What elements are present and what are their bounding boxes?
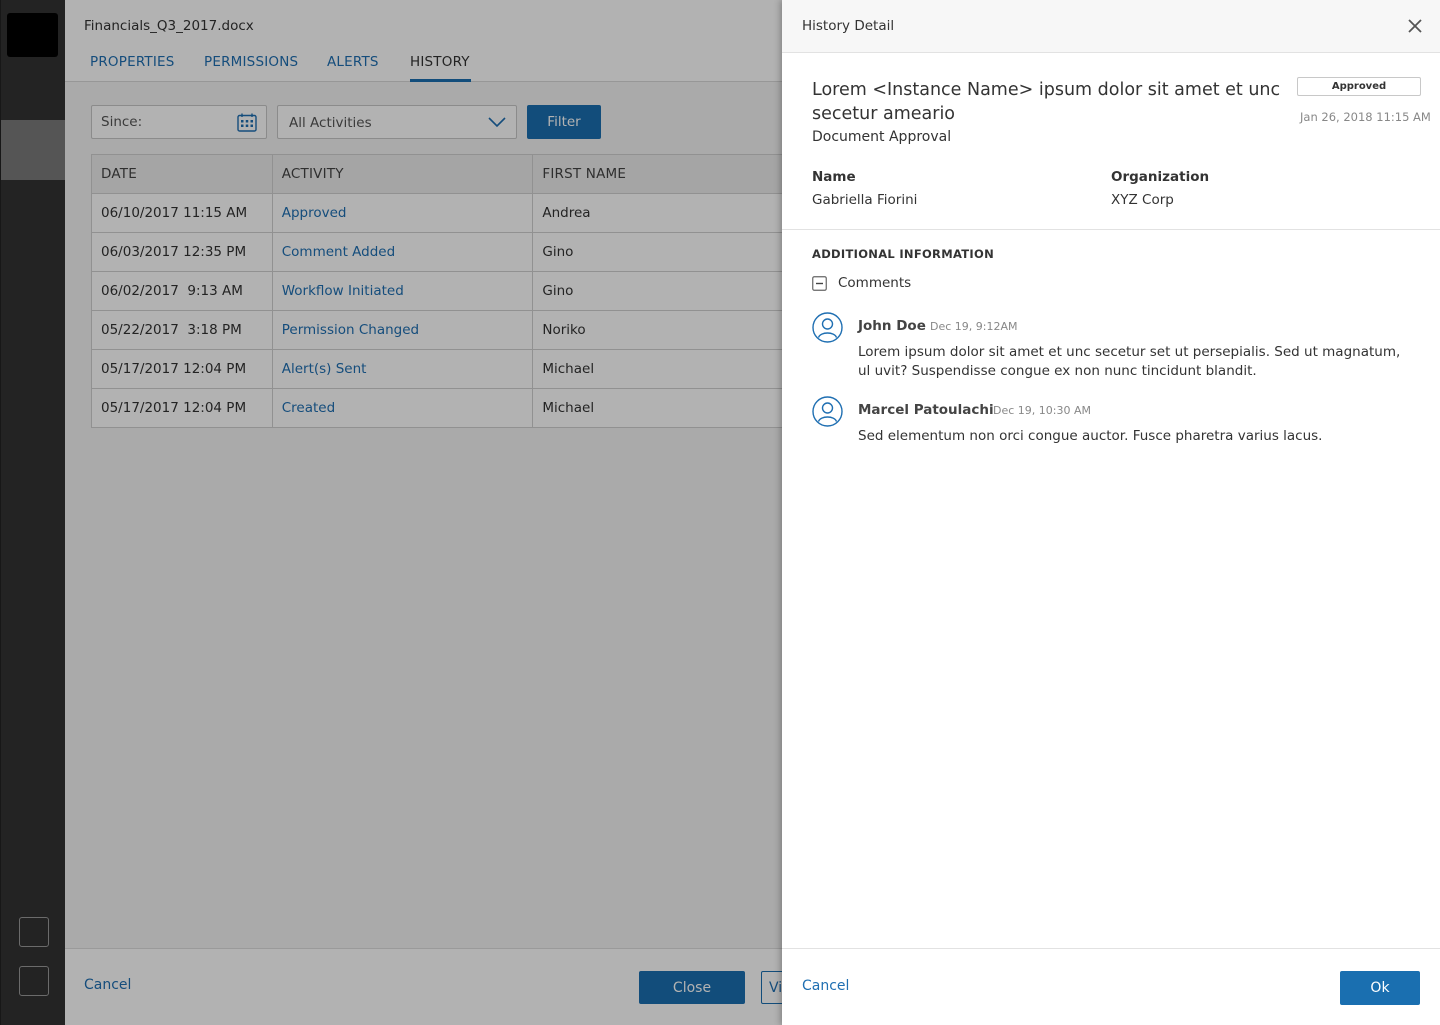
table-row[interactable]: 06/10/2017 11:15 AM Approved Andrea — [92, 194, 782, 233]
cell-activity-link[interactable]: Workflow Initiated — [273, 272, 534, 310]
column-header-activity[interactable]: ACTIVITY — [273, 155, 534, 193]
history-body: Since: All Activities Filter DATE ACTIVI… — [65, 82, 782, 948]
since-date-input[interactable]: Since: — [91, 105, 267, 139]
field-label-organization: Organization — [1111, 169, 1210, 185]
filter-button[interactable]: Filter — [527, 105, 601, 139]
activity-select[interactable]: All Activities — [277, 105, 517, 139]
comment-author: John Doe — [858, 318, 926, 334]
cell-date: 06/03/2017 12:35 PM — [92, 233, 273, 271]
calendar-icon[interactable] — [237, 113, 257, 132]
instance-subtitle: Document Approval — [812, 129, 952, 145]
tab-alerts[interactable]: ALERTS — [327, 54, 379, 82]
table-row[interactable]: 06/02/2017 9:13 AM Workflow Initiated Gi… — [92, 272, 782, 311]
rail-selected-item[interactable] — [1, 120, 66, 180]
cell-first-name: Michael — [542, 400, 595, 416]
user-avatar-icon — [812, 312, 843, 343]
document-title: Financials_Q3_2017.docx — [84, 18, 254, 34]
cell-first-name: Andrea — [542, 205, 591, 221]
left-rail — [0, 0, 66, 1025]
divider — [782, 229, 1440, 230]
cell-date: 05/17/2017 12:04 PM — [92, 350, 273, 388]
chevron-down-icon — [488, 117, 506, 128]
cell-activity-link[interactable]: Approved — [273, 194, 534, 232]
instance-title: Lorem <Instance Name> ipsum dolor sit am… — [812, 80, 1281, 124]
user-avatar-icon — [812, 396, 843, 427]
drawer-cancel-link[interactable]: Cancel — [802, 978, 849, 994]
rail-square-icon-1[interactable] — [19, 917, 49, 947]
cell-first-name: Michael — [542, 361, 595, 377]
comment-time: Dec 19, 9:12AM — [930, 320, 1018, 333]
field-label-name: Name — [812, 169, 856, 185]
cell-activity-link[interactable]: Comment Added — [273, 233, 534, 271]
close-button[interactable]: Close — [639, 971, 745, 1004]
status-date: Jan 26, 2018 11:15 AM — [1300, 110, 1431, 124]
field-value-organization: XYZ Corp — [1111, 192, 1174, 208]
cell-activity-link[interactable]: Permission Changed — [273, 311, 534, 349]
drawer-title: History Detail — [802, 18, 895, 34]
cell-date: 05/22/2017 3:18 PM — [92, 311, 273, 349]
since-placeholder: Since: — [101, 114, 143, 130]
column-header-first-name[interactable]: FIRST NAME — [533, 155, 782, 193]
table-row[interactable]: 05/17/2017 12:04 PM Alert(s) Sent Michae… — [92, 350, 782, 389]
comment-text: Lorem ipsum dolor sit amet et unc secetu… — [858, 344, 1401, 379]
tab-permissions[interactable]: PERMISSIONS — [204, 54, 298, 82]
drawer-footer: Cancel Ok — [782, 948, 1440, 1025]
column-header-date[interactable]: DATE — [92, 155, 273, 193]
tab-history[interactable]: HISTORY — [410, 54, 471, 82]
table-row[interactable]: 05/17/2017 12:04 PM Created Michael — [92, 389, 782, 428]
drawer-header: History Detail — [782, 0, 1440, 53]
comments-toggle-label[interactable]: Comments — [838, 275, 911, 291]
table-row[interactable]: 06/03/2017 12:35 PM Comment Added Gino — [92, 233, 782, 272]
table-header: DATE ACTIVITY FIRST NAME — [92, 155, 782, 194]
cell-activity-link[interactable]: Alert(s) Sent — [273, 350, 534, 388]
comment-author: Marcel Patoulachi — [858, 402, 994, 418]
rail-square-icon-2[interactable] — [19, 966, 49, 996]
status-badge: Approved — [1297, 77, 1421, 96]
history-table: DATE ACTIVITY FIRST NAME 06/10/2017 11:1… — [91, 154, 782, 428]
cell-first-name: Gino — [542, 283, 574, 299]
cell-date: 05/17/2017 12:04 PM — [92, 389, 273, 427]
document-cancel-link[interactable]: Cancel — [84, 977, 131, 993]
field-value-name: Gabriella Fiorini — [812, 192, 918, 208]
comment-time: Dec 19, 10:30 AM — [993, 404, 1091, 417]
collapse-icon[interactable] — [812, 276, 827, 291]
document-footer: Cancel Close Vi — [65, 948, 801, 1025]
document-panel: Financials_Q3_2017.docx PROPERTIES PERMI… — [65, 0, 801, 1025]
cell-date: 06/10/2017 11:15 AM — [92, 194, 273, 232]
table-row[interactable]: 05/22/2017 3:18 PM Permission Changed No… — [92, 311, 782, 350]
tab-bar: PROPERTIES PERMISSIONS ALERTS HISTORY — [65, 52, 782, 82]
app-logo — [7, 13, 58, 57]
cell-first-name: Noriko — [542, 322, 586, 338]
cell-date: 06/02/2017 9:13 AM — [92, 272, 273, 310]
cell-activity-link[interactable]: Created — [273, 389, 534, 427]
ok-button[interactable]: Ok — [1340, 971, 1420, 1005]
history-detail-drawer: History Detail Lorem <Instance Name> ips… — [782, 0, 1440, 1025]
activity-selected-value: All Activities — [289, 115, 372, 131]
cell-first-name: Gino — [542, 244, 574, 260]
comment-text: Sed elementum non orci congue auctor. Fu… — [858, 428, 1323, 444]
close-icon[interactable] — [1408, 19, 1422, 33]
tab-properties[interactable]: PROPERTIES — [90, 54, 175, 82]
additional-info-heading: ADDITIONAL INFORMATION — [812, 247, 994, 261]
